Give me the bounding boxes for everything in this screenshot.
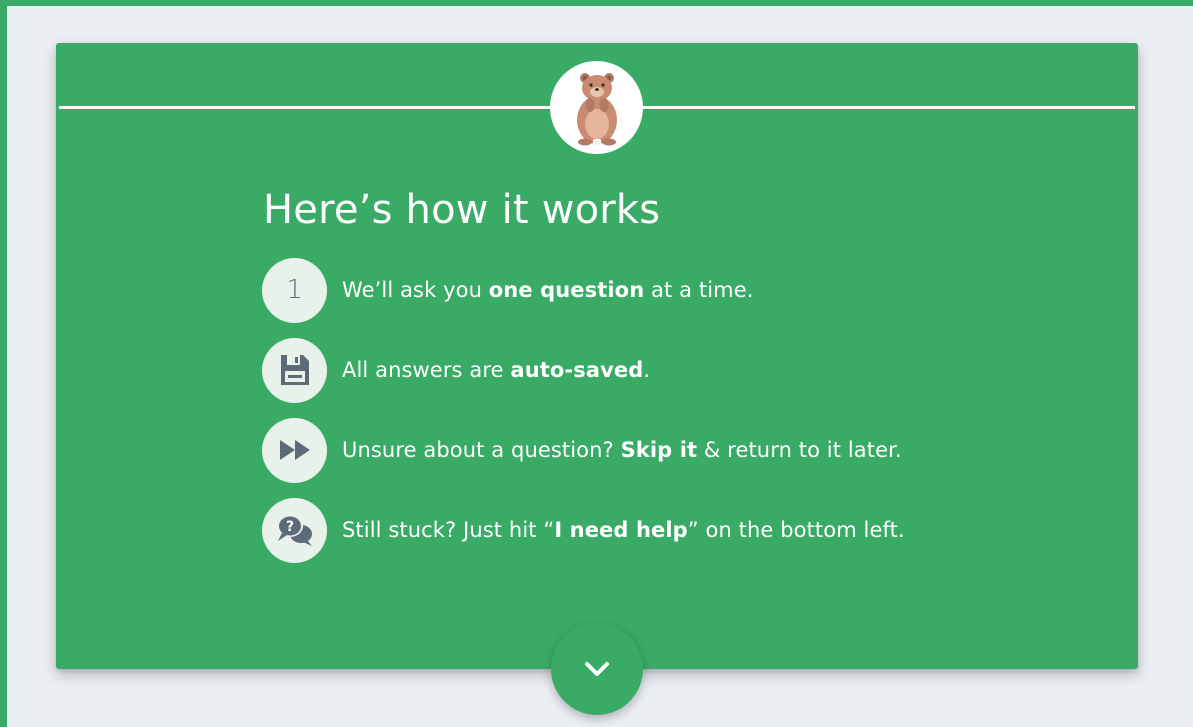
fast-forward-icon: [262, 417, 327, 483]
step-text-bold: Skip it: [620, 438, 698, 462]
step-text-before: We’ll ask you: [342, 278, 489, 302]
step-text: We’ll ask you one question at a time.: [342, 278, 753, 302]
step-text-after: at a time.: [644, 278, 754, 302]
step-number: 1: [286, 275, 303, 305]
step-text-bold: one question: [488, 278, 645, 302]
groundhog-icon: [576, 72, 617, 145]
number-one-icon: 1: [262, 257, 327, 323]
step-text: Still stuck? Just hit “I need help” on t…: [342, 518, 905, 542]
step-text-after: .: [643, 358, 651, 382]
save-disk-icon: [262, 337, 327, 403]
step-text-bold: I need help: [554, 518, 688, 542]
step-text-before: Still stuck? Just hit “: [342, 518, 555, 542]
chevron-down-icon: [585, 662, 609, 676]
top-border: [0, 0, 1193, 6]
step-text-bold: auto-saved: [510, 358, 644, 382]
step-text-after: ” on the bottom left.: [687, 518, 905, 542]
help-chat-icon: ?: [262, 497, 327, 563]
mascot-avatar: [550, 61, 643, 154]
step-text-before: Unsure about a question?: [342, 438, 621, 462]
scroll-down-button[interactable]: [551, 623, 643, 715]
step-text: All answers are auto-saved.: [342, 358, 650, 382]
left-border: [0, 0, 7, 727]
page-title: Here’s how it works: [263, 187, 661, 233]
intro-card: Here’s how it works 1 We’ll ask you one …: [56, 43, 1138, 669]
step-need-help: ? Still stuck? Just hit “I need help” on…: [262, 497, 905, 563]
step-text-before: All answers are: [342, 358, 511, 382]
svg-text:?: ?: [285, 519, 293, 535]
step-text-after: & return to it later.: [697, 438, 902, 462]
step-text: Unsure about a question? Skip it & retur…: [342, 438, 902, 462]
step-one-question: 1 We’ll ask you one question at a time.: [262, 257, 753, 323]
step-auto-saved: All answers are auto-saved.: [262, 337, 650, 403]
step-skip-it: Unsure about a question? Skip it & retur…: [262, 417, 902, 483]
